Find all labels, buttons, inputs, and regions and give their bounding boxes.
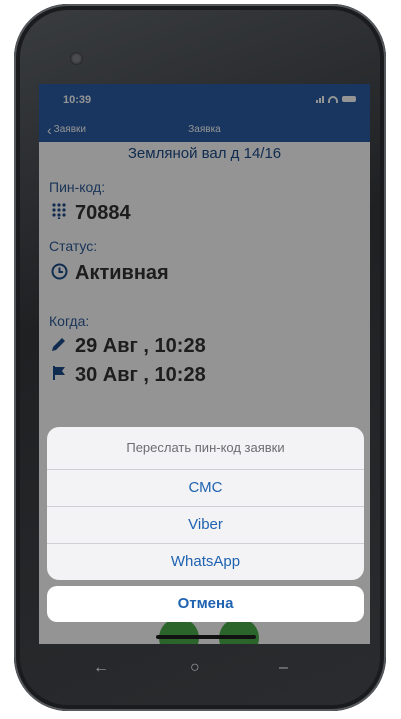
share-whatsapp-option[interactable]: WhatsApp (47, 544, 364, 580)
home-indicator[interactable] (156, 635, 256, 639)
system-back-button[interactable]: ← (93, 659, 109, 677)
cancel-button[interactable]: Отмена (47, 586, 364, 622)
phone-frame: 10:39 ‹ Заявки Заявка Земляной вал д 14/… (14, 4, 386, 711)
front-camera (70, 52, 83, 65)
action-sheet-title: Переслать пин-код заявки (47, 427, 364, 470)
share-viber-option[interactable]: Viber (47, 507, 364, 544)
system-navigation-bar: ← ○ – (14, 659, 386, 683)
share-action-sheet: Переслать пин-код заявки СМС Viber Whats… (47, 427, 364, 580)
system-recents-button[interactable]: – (279, 659, 288, 677)
system-home-button[interactable]: ○ (190, 659, 200, 677)
share-sms-option[interactable]: СМС (47, 470, 364, 507)
app-screen: 10:39 ‹ Заявки Заявка Земляной вал д 14/… (39, 84, 370, 644)
